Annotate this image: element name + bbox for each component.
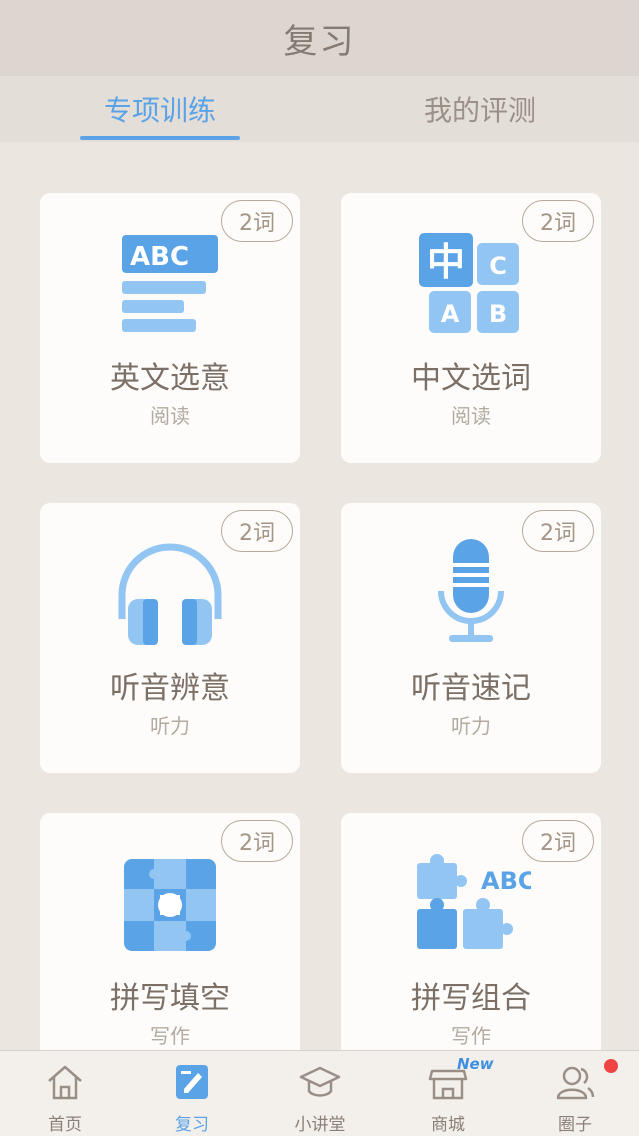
card-english-choose-meaning[interactable]: 2词 ABC 英文选意 阅读 (40, 193, 300, 463)
svg-text:ABC: ABC (481, 867, 531, 895)
card-category: 听力 (150, 714, 190, 738)
card-spelling-fill-blank[interactable]: 2词 拼写填空 写作 (40, 813, 300, 1083)
nav-circle[interactable]: 圈子 (520, 1051, 630, 1136)
card-spelling-combine[interactable]: 2词 ABC 拼写组合 写作 (341, 813, 601, 1083)
abc-reading-icon: ABC (122, 235, 218, 332)
word-count-badge: 2词 (522, 200, 594, 242)
svg-text:中: 中 (427, 240, 465, 284)
svg-text:B: B (489, 300, 507, 328)
word-count-badge: 2词 (221, 820, 293, 862)
home-icon (48, 1065, 82, 1100)
page-title: 复习 (283, 21, 356, 62)
word-count-badge: 2词 (522, 820, 594, 862)
chinese-abc-blocks-icon: 中 C A B (419, 233, 519, 333)
puzzle-abc-icon: ABC (417, 854, 531, 949)
nav-label: 商城 (431, 1115, 465, 1135)
word-count-badge: 2词 (221, 510, 293, 552)
card-category: 阅读 (150, 404, 190, 428)
nav-label: 小讲堂 (294, 1115, 346, 1135)
top-header: 复习 (0, 0, 639, 76)
bottom-navigation: 首页 复习 小讲堂 New 商城 圈子 (0, 1050, 639, 1136)
word-count-badge: 2词 (221, 200, 293, 242)
nav-shop[interactable]: New 商城 (393, 1051, 503, 1136)
headphones-icon (118, 543, 222, 645)
new-tag: New (457, 1055, 494, 1073)
nav-lecture[interactable]: 小讲堂 (265, 1051, 375, 1136)
active-tab-indicator (80, 136, 240, 140)
nav-review[interactable]: 复习 (137, 1051, 247, 1136)
nav-label: 复习 (175, 1115, 209, 1135)
notification-dot (604, 1059, 618, 1073)
graduation-cap-icon (299, 1066, 341, 1097)
nav-label: 首页 (48, 1115, 82, 1135)
tab-bar: 专项训练 我的评测 (0, 76, 639, 142)
card-category: 写作 (150, 1024, 190, 1048)
card-title: 拼写填空 (110, 981, 230, 1016)
card-title: 听音辨意 (110, 671, 230, 706)
card-title: 听音速记 (411, 671, 531, 706)
word-count-badge: 2词 (522, 510, 594, 552)
tab-my-evaluation[interactable]: 我的评测 (400, 76, 560, 142)
nav-home[interactable]: 首页 (10, 1051, 120, 1136)
card-title: 中文选词 (411, 361, 531, 396)
card-title: 英文选意 (110, 361, 230, 396)
svg-text:C: C (489, 252, 507, 280)
card-listen-quick-note[interactable]: 2词 听音速记 听力 (341, 503, 601, 773)
nav-label: 圈子 (558, 1115, 592, 1135)
puzzle-square-icon (124, 859, 216, 951)
svg-text:ABC: ABC (130, 242, 189, 272)
card-listen-distinguish-meaning[interactable]: 2词 听音辨意 听力 (40, 503, 300, 773)
card-title: 拼写组合 (411, 981, 531, 1016)
card-category: 听力 (451, 714, 491, 738)
review-notebook-icon (176, 1065, 208, 1099)
microphone-icon (438, 539, 504, 642)
card-category: 阅读 (451, 404, 491, 428)
tab-special-training[interactable]: 专项训练 (80, 76, 240, 142)
card-chinese-choose-word[interactable]: 2词 中 C A B 中文选词 阅读 (341, 193, 601, 463)
card-category: 写作 (451, 1024, 491, 1048)
svg-text:A: A (441, 300, 460, 328)
people-icon (556, 1066, 595, 1100)
